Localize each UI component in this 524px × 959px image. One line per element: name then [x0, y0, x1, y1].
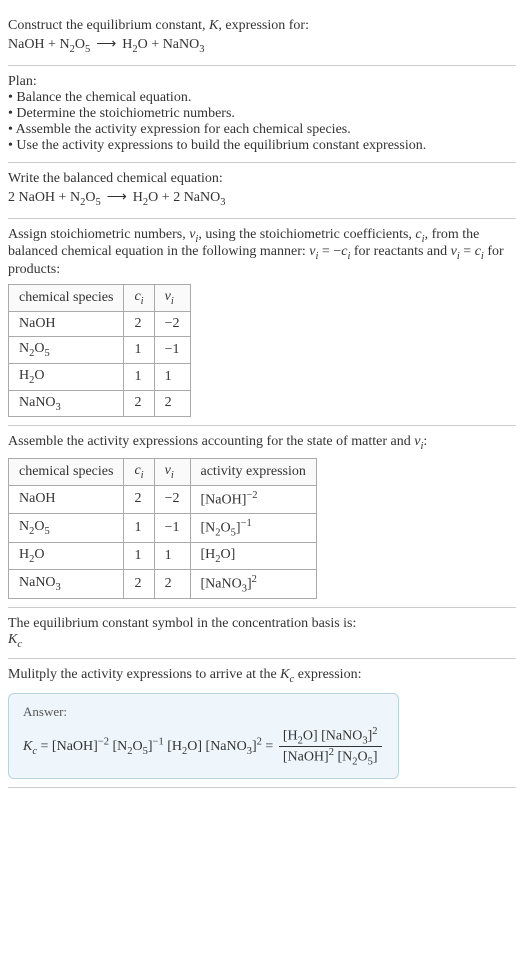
cell-activity: [NaOH]−2 [190, 485, 316, 513]
text: , expression for: [218, 18, 309, 33]
cell-ci: 2 [124, 390, 154, 417]
plan-bullet: • Balance the chemical equation. [8, 90, 516, 106]
assign-section: Assign stoichiometric numbers, νi, using… [8, 219, 516, 427]
species: 2 NaNO3 [173, 190, 225, 205]
cell-nui: −2 [154, 485, 190, 513]
plan-bullet: • Use the activity expressions to build … [8, 138, 516, 154]
fraction: [H2O] [NaNO3]2[NaOH]2 [N2O5] [279, 726, 382, 768]
species: H2O [133, 190, 159, 205]
arrow-icon: ⟶ [107, 190, 127, 205]
denominator: [NaOH]2 [N2O5] [279, 747, 382, 767]
stoich-table: chemical species ci νi NaOH 2 −2 N2O5 1 … [8, 284, 191, 417]
cell-species: NaOH [9, 311, 124, 336]
cell-ci: 2 [124, 485, 154, 513]
col-ci: ci [124, 285, 154, 312]
arrow-icon: ⟶ [96, 37, 116, 52]
plan-bullet: • Assemble the activity expression for e… [8, 122, 516, 138]
cell-ci: 1 [124, 513, 154, 542]
table-row: H2O 1 1 [9, 363, 191, 390]
balanced-title: Write the balanced chemical equation: [8, 171, 516, 187]
species: NaOH [8, 37, 45, 52]
species: NaNO3 [163, 37, 205, 52]
symbol-section: The equilibrium constant symbol in the c… [8, 608, 516, 659]
cell-species: NaNO3 [9, 569, 124, 598]
cell-ci: 2 [124, 569, 154, 598]
table-row: NaOH 2 −2 [9, 311, 191, 336]
plan-bullet: • Determine the stoichiometric numbers. [8, 106, 516, 122]
numerator: [H2O] [NaNO3]2 [279, 726, 382, 747]
species: N2O5 [59, 37, 90, 52]
cell-species: NaNO3 [9, 390, 124, 417]
table-row: NaNO3 2 2 [9, 390, 191, 417]
cell-ci: 1 [124, 543, 154, 570]
cell-nui: 2 [154, 390, 190, 417]
prompt-section: Construct the equilibrium constant, K, e… [8, 8, 516, 66]
plan-title: Plan: [8, 74, 516, 90]
cell-species: H2O [9, 543, 124, 570]
cell-nui: −2 [154, 311, 190, 336]
prompt-line1: Construct the equilibrium constant, K, e… [8, 18, 516, 34]
activity-title: Assemble the activity expressions accoun… [8, 434, 516, 452]
answer-box: Answer: Kc = [NaOH]−2 [N2O5]−1 [H2O] [Na… [8, 693, 399, 779]
cell-ci: 1 [124, 363, 154, 390]
cell-ci: 1 [124, 336, 154, 363]
col-ci: ci [124, 459, 154, 486]
multiply-text: Mulitply the activity expressions to arr… [8, 667, 516, 685]
table-row: NaOH 2 −2 [NaOH]−2 [9, 485, 317, 513]
symbol-kc: Kc [8, 632, 516, 650]
cell-ci: 2 [124, 311, 154, 336]
activity-table: chemical species ci νi activity expressi… [8, 458, 317, 599]
table-row: N2O5 1 −1 [N2O5]−1 [9, 513, 317, 542]
col-nui: νi [154, 459, 190, 486]
balanced-reaction: 2 NaOH + N2O5 ⟶ H2O + 2 NaNO3 [8, 189, 516, 208]
assign-text: Assign stoichiometric numbers, νi, using… [8, 227, 516, 279]
unbalanced-reaction: NaOH + N2O5 ⟶ H2O + NaNO3 [8, 36, 516, 55]
plan-section: Plan: • Balance the chemical equation. •… [8, 66, 516, 163]
text: Construct the equilibrium constant, [8, 18, 209, 33]
cell-activity: [NaNO3]2 [190, 569, 316, 598]
cell-nui: −1 [154, 513, 190, 542]
species: H2O [122, 37, 148, 52]
plus: + [148, 37, 163, 52]
activity-section: Assemble the activity expressions accoun… [8, 426, 516, 608]
cell-nui: −1 [154, 336, 190, 363]
col-activity: activity expression [190, 459, 316, 486]
plus: + [45, 37, 60, 52]
cell-nui: 2 [154, 569, 190, 598]
cell-species: H2O [9, 363, 124, 390]
table-row: N2O5 1 −1 [9, 336, 191, 363]
col-species: chemical species [9, 459, 124, 486]
plus: + [158, 190, 173, 205]
col-species: chemical species [9, 285, 124, 312]
cell-nui: 1 [154, 543, 190, 570]
cell-species: NaOH [9, 485, 124, 513]
col-nui: νi [154, 285, 190, 312]
cell-nui: 1 [154, 363, 190, 390]
table-header-row: chemical species ci νi [9, 285, 191, 312]
cell-species: N2O5 [9, 513, 124, 542]
symbol-text: The equilibrium constant symbol in the c… [8, 616, 516, 632]
answer-label: Answer: [23, 704, 384, 720]
K: K [209, 18, 218, 33]
plus: + [55, 190, 70, 205]
species: 2 NaOH [8, 190, 55, 205]
cell-activity: [H2O] [190, 543, 316, 570]
cell-species: N2O5 [9, 336, 124, 363]
balanced-section: Write the balanced chemical equation: 2 … [8, 163, 516, 219]
table-row: H2O 1 1 [H2O] [9, 543, 317, 570]
multiply-section: Mulitply the activity expressions to arr… [8, 659, 516, 788]
answer-equation: Kc = [NaOH]−2 [N2O5]−1 [H2O] [NaNO3]2 = … [23, 726, 384, 768]
table-header-row: chemical species ci νi activity expressi… [9, 459, 317, 486]
cell-activity: [N2O5]−1 [190, 513, 316, 542]
table-row: NaNO3 2 2 [NaNO3]2 [9, 569, 317, 598]
species: N2O5 [70, 190, 101, 205]
